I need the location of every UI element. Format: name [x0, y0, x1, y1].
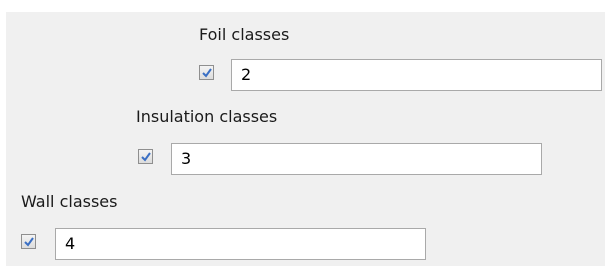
checkmark-icon [24, 237, 34, 247]
insulation-classes-label: Insulation classes [136, 107, 278, 126]
foil-classes-input[interactable]: 2 [231, 59, 602, 91]
wall-classes-checkbox[interactable] [21, 234, 36, 249]
checkmark-icon [141, 152, 151, 162]
insulation-classes-input[interactable]: 3 [171, 143, 542, 175]
wall-classes-label: Wall classes [21, 192, 118, 211]
foil-classes-label: Foil classes [199, 25, 290, 44]
wall-classes-input[interactable]: 4 [55, 228, 426, 260]
checkmark-icon [202, 68, 212, 78]
insulation-classes-checkbox[interactable] [138, 149, 153, 164]
foil-classes-checkbox[interactable] [199, 65, 214, 80]
